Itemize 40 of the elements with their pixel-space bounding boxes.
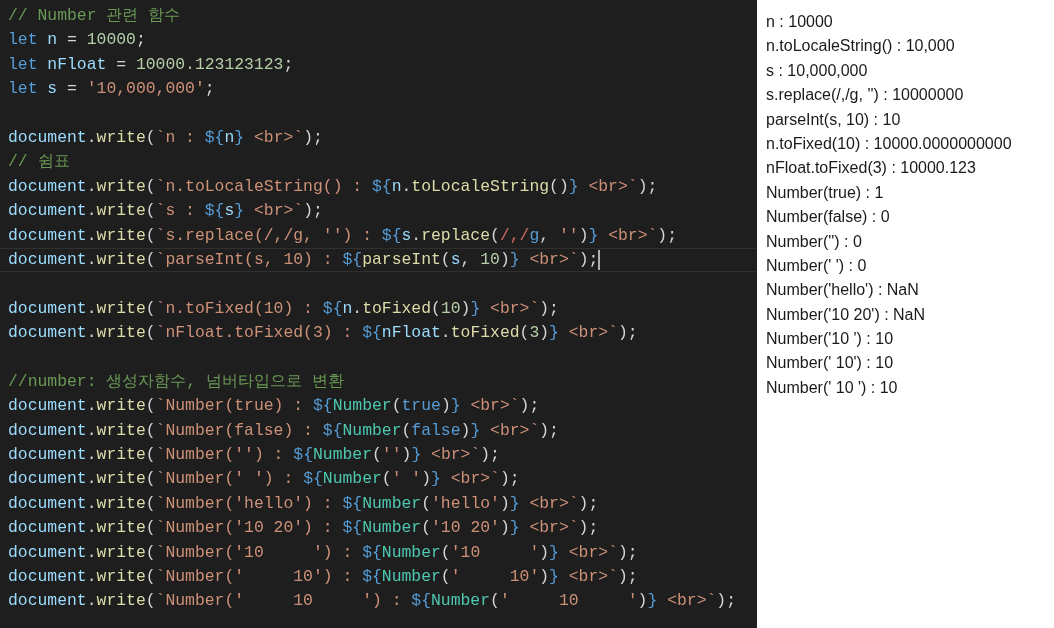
- output-line: n.toLocaleString() : 10,000: [766, 36, 956, 57]
- code-line: //number: 생성자함수, 넘버타입으로 변환: [7, 370, 345, 393]
- current-code-line: document.write(`parseInt(s, 10) : ${parseInt(s, 10)} <br>`);: [0, 247, 757, 273]
- output-line: Number(true) : 1: [766, 182, 885, 203]
- output-line: nFloat.toFixed(3) : 10000.123: [766, 158, 977, 179]
- code-line: document.write(`Number(' 10') : ${Number(' 10')} <br>`);: [7, 566, 639, 588]
- code-line: document.write(`n.toFixed(10) : ${n.toFixed(10)} <br>`);: [7, 297, 560, 320]
- code-line: document.write(`s : ${s} <br>`);: [7, 200, 324, 223]
- code-line: document.write(`n : ${n} <br>`);: [7, 126, 324, 149]
- code-line: document.write(`nFloat.toFixed(3) : ${nFloat.toFixed(3)} <br>`);: [7, 322, 639, 345]
- code-line: document.write(`Number('10 ') : ${Number('10 ')} <br>`);: [7, 541, 639, 564]
- output-line: Number(' ') : 0: [766, 255, 868, 276]
- code-line: document.write(`Number('') : ${Number('')} <br>`);: [7, 444, 501, 467]
- output-line: n : 10000: [766, 12, 834, 32]
- code-line: let n = 10000;: [7, 29, 147, 52]
- code-line: document.write(`Number('10 20') : ${Number('10 20')} <br>`);: [7, 517, 600, 540]
- code-line: // 쉼표: [7, 151, 71, 174]
- code-line: document.write(`Number(true) : ${Number(true)} <br>`);: [7, 395, 541, 418]
- output-line: Number('10 20') : NaN: [766, 304, 927, 325]
- code-line: // Number 관련 함수: [7, 5, 182, 27]
- code-line: document.write(`Number(false) : ${Number(false)} <br>`);: [7, 419, 560, 442]
- code-line: document.write(`n.toLocaleString() : ${n.toLocaleString()} <br>`);: [7, 175, 659, 198]
- code-line: document.write(`Number(' 10 ') : ${Number(' 10 ')} <br>`);: [7, 590, 737, 613]
- code-line: let s = '10,000,000';: [7, 78, 216, 101]
- output-line: s.replace(/,/g, '') : 10000000: [766, 85, 965, 106]
- output-line: Number(false) : 0: [766, 207, 891, 228]
- output-line: s : 10,000,000: [766, 60, 869, 81]
- output-line: Number('hello') : NaN: [766, 280, 920, 301]
- code-line: document.write(`Number(' ') : ${Number(' ')} <br>`);: [7, 468, 521, 491]
- text-cursor: [598, 249, 601, 270]
- output-line: Number(' 10') : 10: [766, 353, 895, 374]
- code-line: document.write(`s.replace(/,/g, '') : ${s.replace(/,/g, '')} <br>`);: [7, 224, 679, 247]
- output-line: Number('') : 0: [766, 231, 863, 252]
- output-line: parseInt(s, 10) : 10: [766, 109, 902, 130]
- output-line: Number('10 ') : 10: [766, 329, 895, 350]
- code-editor[interactable]: [0, 0, 757, 628]
- output-line: Number(' 10 ') : 10: [766, 377, 899, 398]
- code-line: let nFloat = 10000.123123123;: [7, 53, 295, 76]
- output-line: n.toFixed(10) : 10000.0000000000: [766, 133, 1013, 154]
- code-line: document.write(`Number('hello') : ${Number('hello')} <br>`);: [7, 492, 600, 515]
